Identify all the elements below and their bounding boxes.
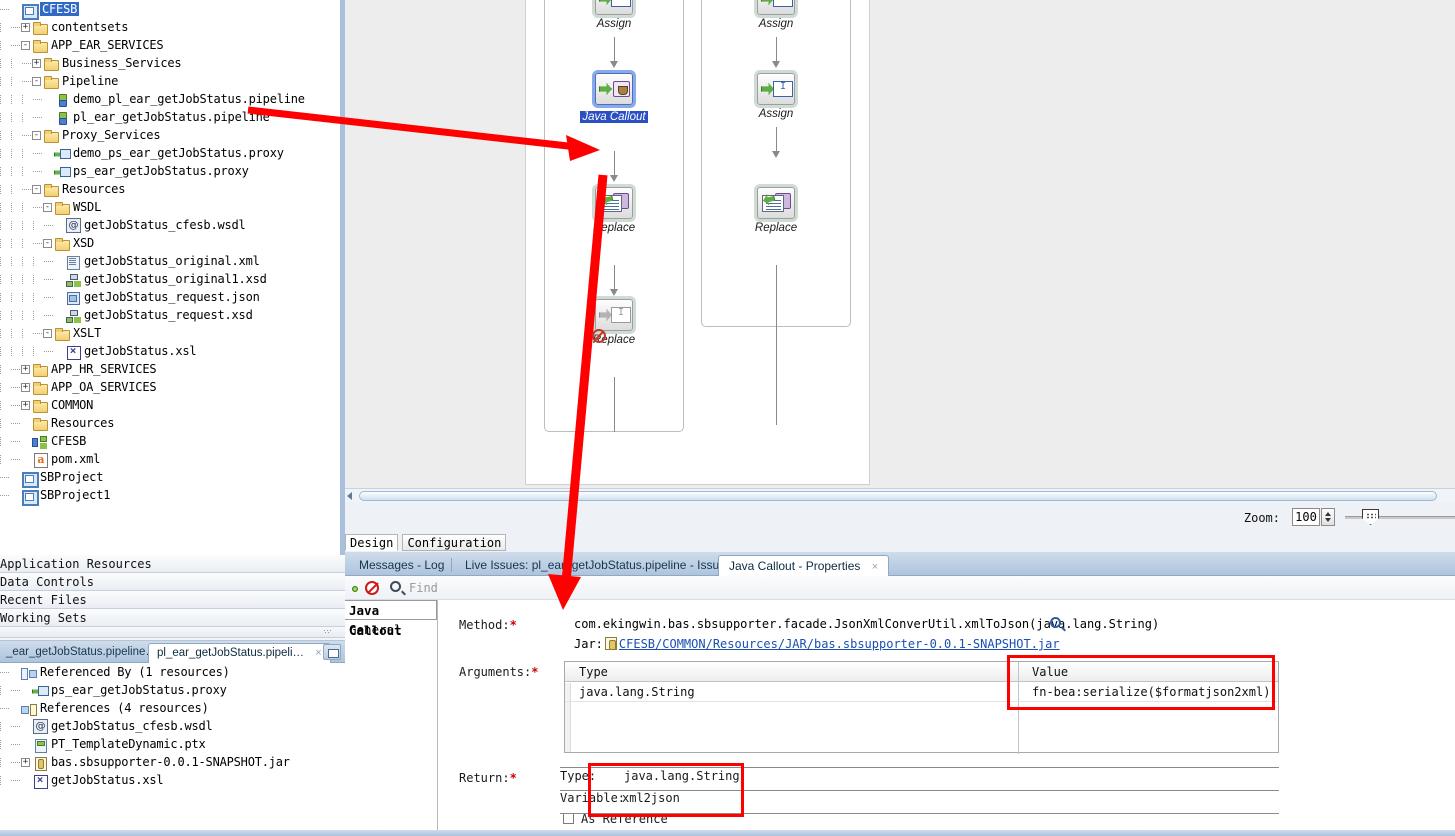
tree-to-java-callout-arrow [247,106,600,161]
annotation-arrows [247,106,608,610]
disabled-marker-icon [592,329,606,343]
java-callout-to-properties-arrow [548,174,608,610]
ide-window: CFESB + contentsets - APP_EAR_SERVICES + Busin… [0,0,1455,836]
